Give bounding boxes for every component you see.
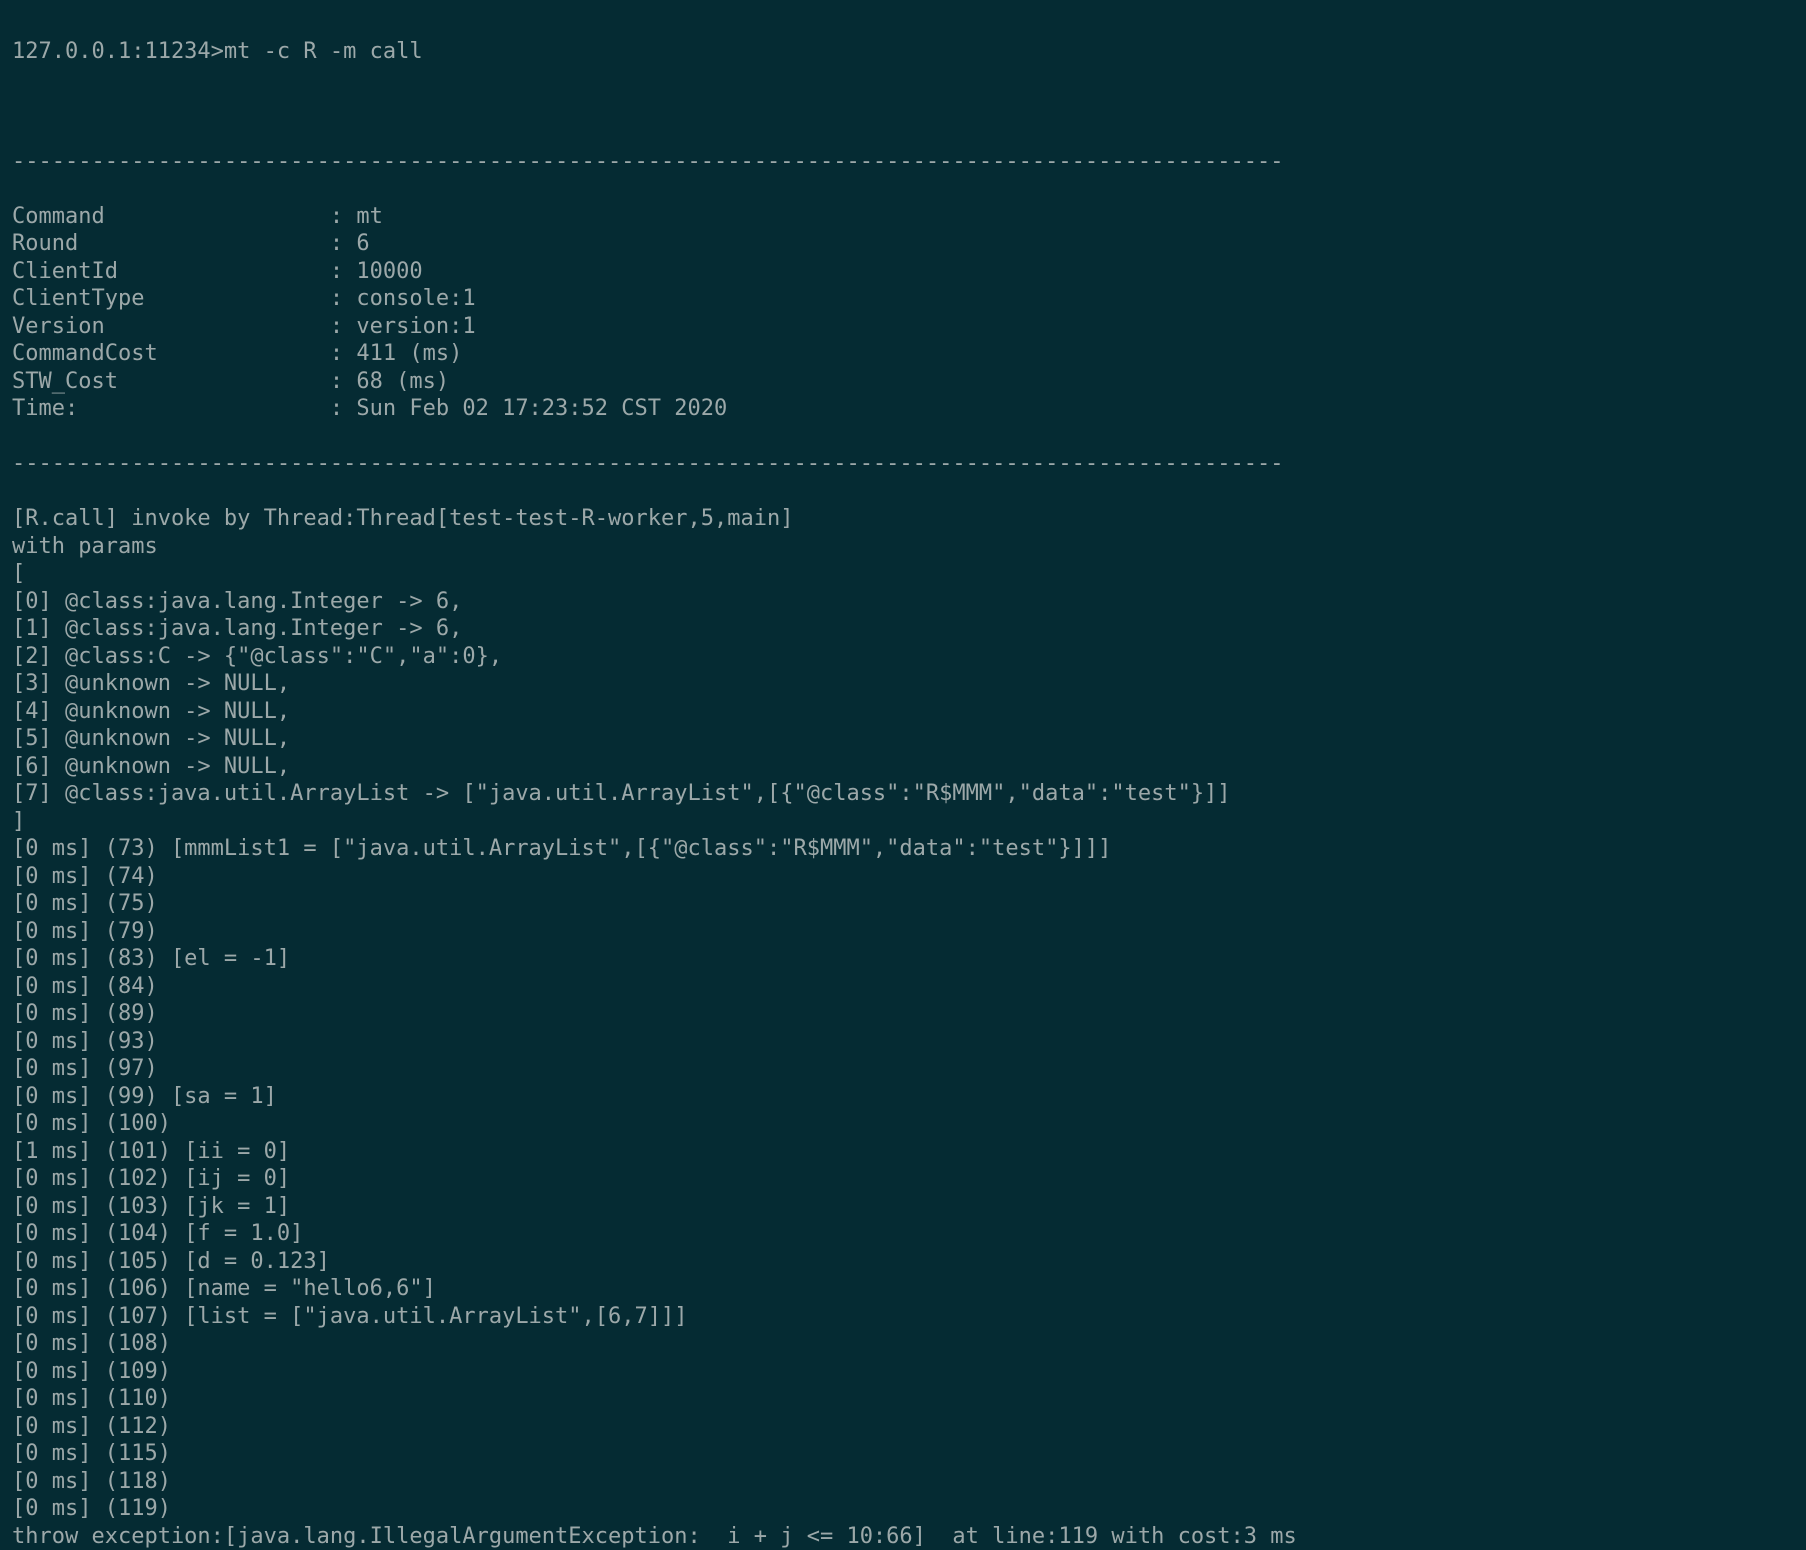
divider-mid: ----------------------------------------… [12,450,1794,478]
header-field-row: STW_Cost: 68 (ms) [12,368,1794,396]
output-line: [0 ms] (109) [12,1358,1794,1386]
header-field-colon: : [330,285,357,313]
prompt-command: mt -c R -m call [224,39,423,64]
header-field-label: CommandCost [12,340,330,368]
header-field-value: mt [356,203,383,231]
header-field-label: Version [12,313,330,341]
prompt-line: 127.0.0.1:11234>mt -c R -m call [12,38,1794,66]
output-line: [3] @unknown -> NULL, [12,670,1794,698]
output-line: [0 ms] (93) [12,1028,1794,1056]
output-line: [1] @class:java.lang.Integer -> 6, [12,615,1794,643]
header-field-label: STW_Cost [12,368,330,396]
header-field-label: ClientType [12,285,330,313]
output-line: [0 ms] (102) [ij = 0] [12,1165,1794,1193]
header-field-colon: : [330,313,357,341]
output-line: [0 ms] (89) [12,1000,1794,1028]
output-line: [0 ms] (99) [sa = 1] [12,1083,1794,1111]
output-line: [ [12,560,1794,588]
header-field-row: ClientType: console:1 [12,285,1794,313]
output-line: [0 ms] (104) [f = 1.0] [12,1220,1794,1248]
output-line: [0 ms] (106) [name = "hello6,6"] [12,1275,1794,1303]
terminal-output[interactable]: 127.0.0.1:11234>mt -c R -m call --------… [0,0,1806,1550]
header-field-label: Time: [12,395,330,423]
header-field-value: 6 [356,230,369,258]
header-field-row: ClientId: 10000 [12,258,1794,286]
header-field-value: Sun Feb 02 17:23:52 CST 2020 [356,395,727,423]
header-field-colon: : [330,258,357,286]
output-line: ] [12,808,1794,836]
blank-line [12,93,1794,121]
output-line: [0 ms] (74) [12,863,1794,891]
output-line: [2] @class:C -> {"@class":"C","a":0}, [12,643,1794,671]
header-field-value: console:1 [356,285,475,313]
output-line: [0 ms] (112) [12,1413,1794,1441]
output-line: [0 ms] (73) [mmmList1 = ["java.util.Arra… [12,835,1794,863]
output-line: [R.call] invoke by Thread:Thread[test-te… [12,505,1794,533]
output-line: [0 ms] (108) [12,1330,1794,1358]
output-line: [0 ms] (84) [12,973,1794,1001]
output-line: [0 ms] (118) [12,1468,1794,1496]
output-line: [4] @unknown -> NULL, [12,698,1794,726]
header-field-colon: : [330,368,357,396]
divider-top: ----------------------------------------… [12,148,1794,176]
output-line: [6] @unknown -> NULL, [12,753,1794,781]
output-line: throw exception:[java.lang.IllegalArgume… [12,1523,1794,1550]
header-field-row: CommandCost: 411 (ms) [12,340,1794,368]
header-field-row: Command: mt [12,203,1794,231]
output-line: [0 ms] (110) [12,1385,1794,1413]
header-field-colon: : [330,203,357,231]
header-field-colon: : [330,340,357,368]
header-field-colon: : [330,395,357,423]
output-line: [0 ms] (100) [12,1110,1794,1138]
output-line: [0] @class:java.lang.Integer -> 6, [12,588,1794,616]
header-field-label: Command [12,203,330,231]
header-fields: Command: mtRound: 6ClientId: 10000Client… [12,203,1794,423]
output-line: [1 ms] (101) [ii = 0] [12,1138,1794,1166]
header-field-label: ClientId [12,258,330,286]
output-line: [7] @class:java.util.ArrayList -> ["java… [12,780,1794,808]
header-field-value: 411 (ms) [356,340,462,368]
output-line: [0 ms] (75) [12,890,1794,918]
prompt-prefix: 127.0.0.1:11234> [12,39,224,64]
header-field-row: Version: version:1 [12,313,1794,341]
output-line: [0 ms] (119) [12,1495,1794,1523]
output-line: with params [12,533,1794,561]
output-line: [0 ms] (83) [el = -1] [12,945,1794,973]
header-field-colon: : [330,230,357,258]
output-line: [0 ms] (107) [list = ["java.util.ArrayLi… [12,1303,1794,1331]
output-line: [0 ms] (79) [12,918,1794,946]
header-field-value: 10000 [356,258,422,286]
header-field-label: Round [12,230,330,258]
output-line: [5] @unknown -> NULL, [12,725,1794,753]
header-field-row: Round: 6 [12,230,1794,258]
header-field-row: Time:: Sun Feb 02 17:23:52 CST 2020 [12,395,1794,423]
header-field-value: version:1 [356,313,475,341]
output-line: [0 ms] (103) [jk = 1] [12,1193,1794,1221]
output-line: [0 ms] (97) [12,1055,1794,1083]
header-field-value: 68 (ms) [356,368,449,396]
body-lines: [R.call] invoke by Thread:Thread[test-te… [12,505,1794,1550]
output-line: [0 ms] (105) [d = 0.123] [12,1248,1794,1276]
output-line: [0 ms] (115) [12,1440,1794,1468]
